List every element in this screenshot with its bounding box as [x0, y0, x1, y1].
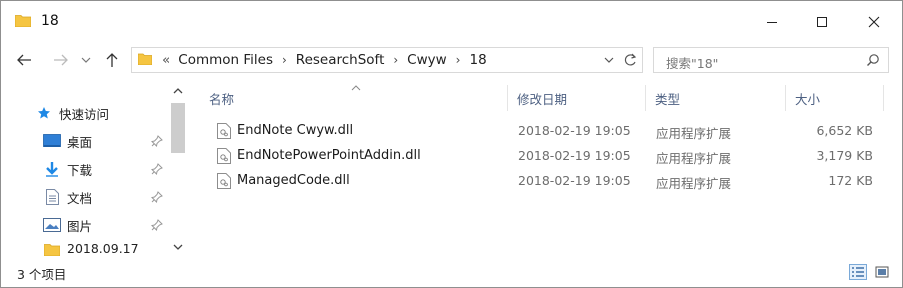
pin-icon — [150, 191, 163, 204]
sort-ascending-icon — [351, 81, 361, 91]
file-list: 名称 修改日期 类型 大小 EndNote Cwyw.dll 2018-02-1… — [191, 81, 902, 257]
sidebar-item-documents[interactable]: 文档 — [43, 186, 92, 208]
close-button[interactable] — [851, 7, 897, 37]
refresh-button[interactable] — [622, 52, 638, 68]
chevron-down-icon — [604, 57, 614, 63]
sidebar-item-desktop[interactable]: 桌面 — [43, 130, 92, 152]
file-name[interactable]: EndNotePowerPointAddin.dll — [237, 148, 421, 163]
sidebar-scrollbar[interactable] — [169, 81, 187, 257]
minimize-button[interactable] — [749, 7, 795, 37]
navigation-bar: « Common Files › ResearchSoft › Cwyw › 1… — [1, 45, 902, 75]
folder-icon — [14, 14, 32, 28]
up-button[interactable] — [101, 49, 123, 71]
file-type: 应用程序扩展 — [656, 126, 732, 141]
scroll-thumb[interactable] — [171, 103, 185, 153]
breadcrumb-item[interactable]: Common Files — [178, 52, 273, 68]
explorer-window: 18 « Common Files › ResearchSoft › Cwyw … — [0, 0, 903, 288]
file-type: 应用程序扩展 — [656, 151, 732, 166]
star-icon — [35, 105, 53, 121]
file-type: 应用程序扩展 — [656, 176, 732, 191]
sidebar-item-label: 文档 — [67, 190, 93, 206]
dll-file-icon — [217, 148, 231, 164]
pin-icon — [150, 219, 163, 232]
search-icon[interactable] — [866, 53, 880, 67]
sidebar-item-label: 图片 — [67, 218, 93, 234]
address-bar[interactable]: « Common Files › ResearchSoft › Cwyw › 1… — [131, 47, 643, 73]
breadcrumb-separator[interactable]: › — [282, 53, 287, 67]
column-divider[interactable] — [883, 85, 884, 111]
title-bar: 18 — [1, 1, 902, 41]
document-icon — [43, 189, 61, 205]
forward-button[interactable] — [51, 49, 71, 71]
file-size: 3,179 KB — [816, 148, 873, 163]
folder-icon — [137, 53, 153, 66]
file-date: 2018-02-19 19:05 — [518, 173, 631, 188]
arrow-left-icon — [17, 54, 31, 66]
sidebar-item-label: 桌面 — [67, 134, 93, 150]
sidebar-item-pictures[interactable]: 图片 — [43, 214, 92, 236]
file-date: 2018-02-19 19:05 — [518, 123, 631, 138]
breadcrumb-item[interactable]: ResearchSoft — [296, 52, 385, 68]
file-name[interactable]: EndNote Cwyw.dll — [237, 123, 353, 138]
maximize-icon — [817, 17, 827, 27]
sidebar-item-downloads[interactable]: 下载 — [43, 158, 92, 180]
column-header-name[interactable]: 名称 — [209, 89, 234, 108]
breadcrumb-item[interactable]: Cwyw — [407, 52, 447, 68]
column-header-date[interactable]: 修改日期 — [517, 89, 567, 108]
column-divider[interactable] — [645, 85, 646, 111]
scroll-down-icon[interactable] — [173, 241, 183, 251]
file-date: 2018-02-19 19:05 — [518, 148, 631, 163]
breadcrumb-overflow[interactable]: « — [162, 52, 170, 68]
status-bar: 3 个项目 — [1, 259, 902, 287]
table-row[interactable]: EndNotePowerPointAddin.dll 2018-02-19 19… — [211, 144, 891, 168]
download-icon — [43, 161, 61, 177]
details-view-icon — [852, 267, 864, 277]
sidebar-item-label: 下载 — [67, 162, 93, 178]
navigation-pane: 快速访问 桌面 下载 文档 图片 2018.09.17 — [1, 81, 189, 257]
pictures-icon — [43, 217, 61, 233]
dll-file-icon — [217, 123, 231, 139]
large-icons-view-button[interactable] — [873, 264, 891, 280]
details-view-button[interactable] — [849, 264, 867, 280]
breadcrumb-separator[interactable]: › — [393, 53, 398, 67]
dll-file-icon — [217, 173, 231, 189]
back-button[interactable] — [13, 49, 35, 71]
column-divider[interactable] — [785, 85, 786, 111]
sidebar-item-quick-access[interactable]: 快速访问 — [35, 102, 109, 124]
scroll-up-icon[interactable] — [173, 85, 183, 95]
window-title: 18 — [41, 13, 59, 29]
minimize-icon — [767, 22, 777, 23]
column-header-type[interactable]: 类型 — [655, 89, 680, 108]
breadcrumb-separator[interactable]: › — [456, 53, 461, 67]
file-size: 172 KB — [828, 173, 873, 188]
column-header-size[interactable]: 大小 — [795, 89, 820, 108]
maximize-button[interactable] — [799, 7, 845, 37]
column-divider[interactable] — [507, 85, 508, 111]
recent-locations-button[interactable] — [79, 49, 93, 71]
item-count: 3 个项目 — [17, 267, 67, 282]
arrow-right-icon — [54, 54, 68, 66]
pin-icon — [150, 135, 163, 148]
sidebar-item-label: 2018.09.17 — [67, 241, 139, 256]
search-input[interactable]: 搜索"18" — [666, 53, 718, 72]
arrow-up-icon — [106, 53, 118, 67]
close-icon — [868, 16, 880, 28]
large-icons-view-icon — [875, 266, 889, 278]
table-row[interactable]: EndNote Cwyw.dll 2018-02-19 19:05 应用程序扩展… — [211, 119, 891, 143]
refresh-icon — [624, 53, 637, 66]
breadcrumb-item[interactable]: 18 — [469, 52, 486, 68]
table-row[interactable]: ManagedCode.dll 2018-02-19 19:05 应用程序扩展 … — [211, 169, 891, 193]
breadcrumb: « Common Files › ResearchSoft › Cwyw › 1… — [162, 52, 487, 68]
folder-icon — [43, 241, 61, 257]
sidebar-item-label: 快速访问 — [59, 106, 110, 122]
chevron-down-icon — [81, 57, 91, 63]
pin-icon — [150, 163, 163, 176]
desktop-icon — [43, 133, 61, 149]
search-box[interactable]: 搜索"18" — [653, 47, 889, 73]
sidebar-item-folder-2018-09-17[interactable]: 2018.09.17 — [43, 241, 139, 257]
address-dropdown-button[interactable] — [603, 54, 615, 66]
file-name[interactable]: ManagedCode.dll — [237, 173, 350, 188]
file-size: 6,652 KB — [816, 123, 873, 138]
